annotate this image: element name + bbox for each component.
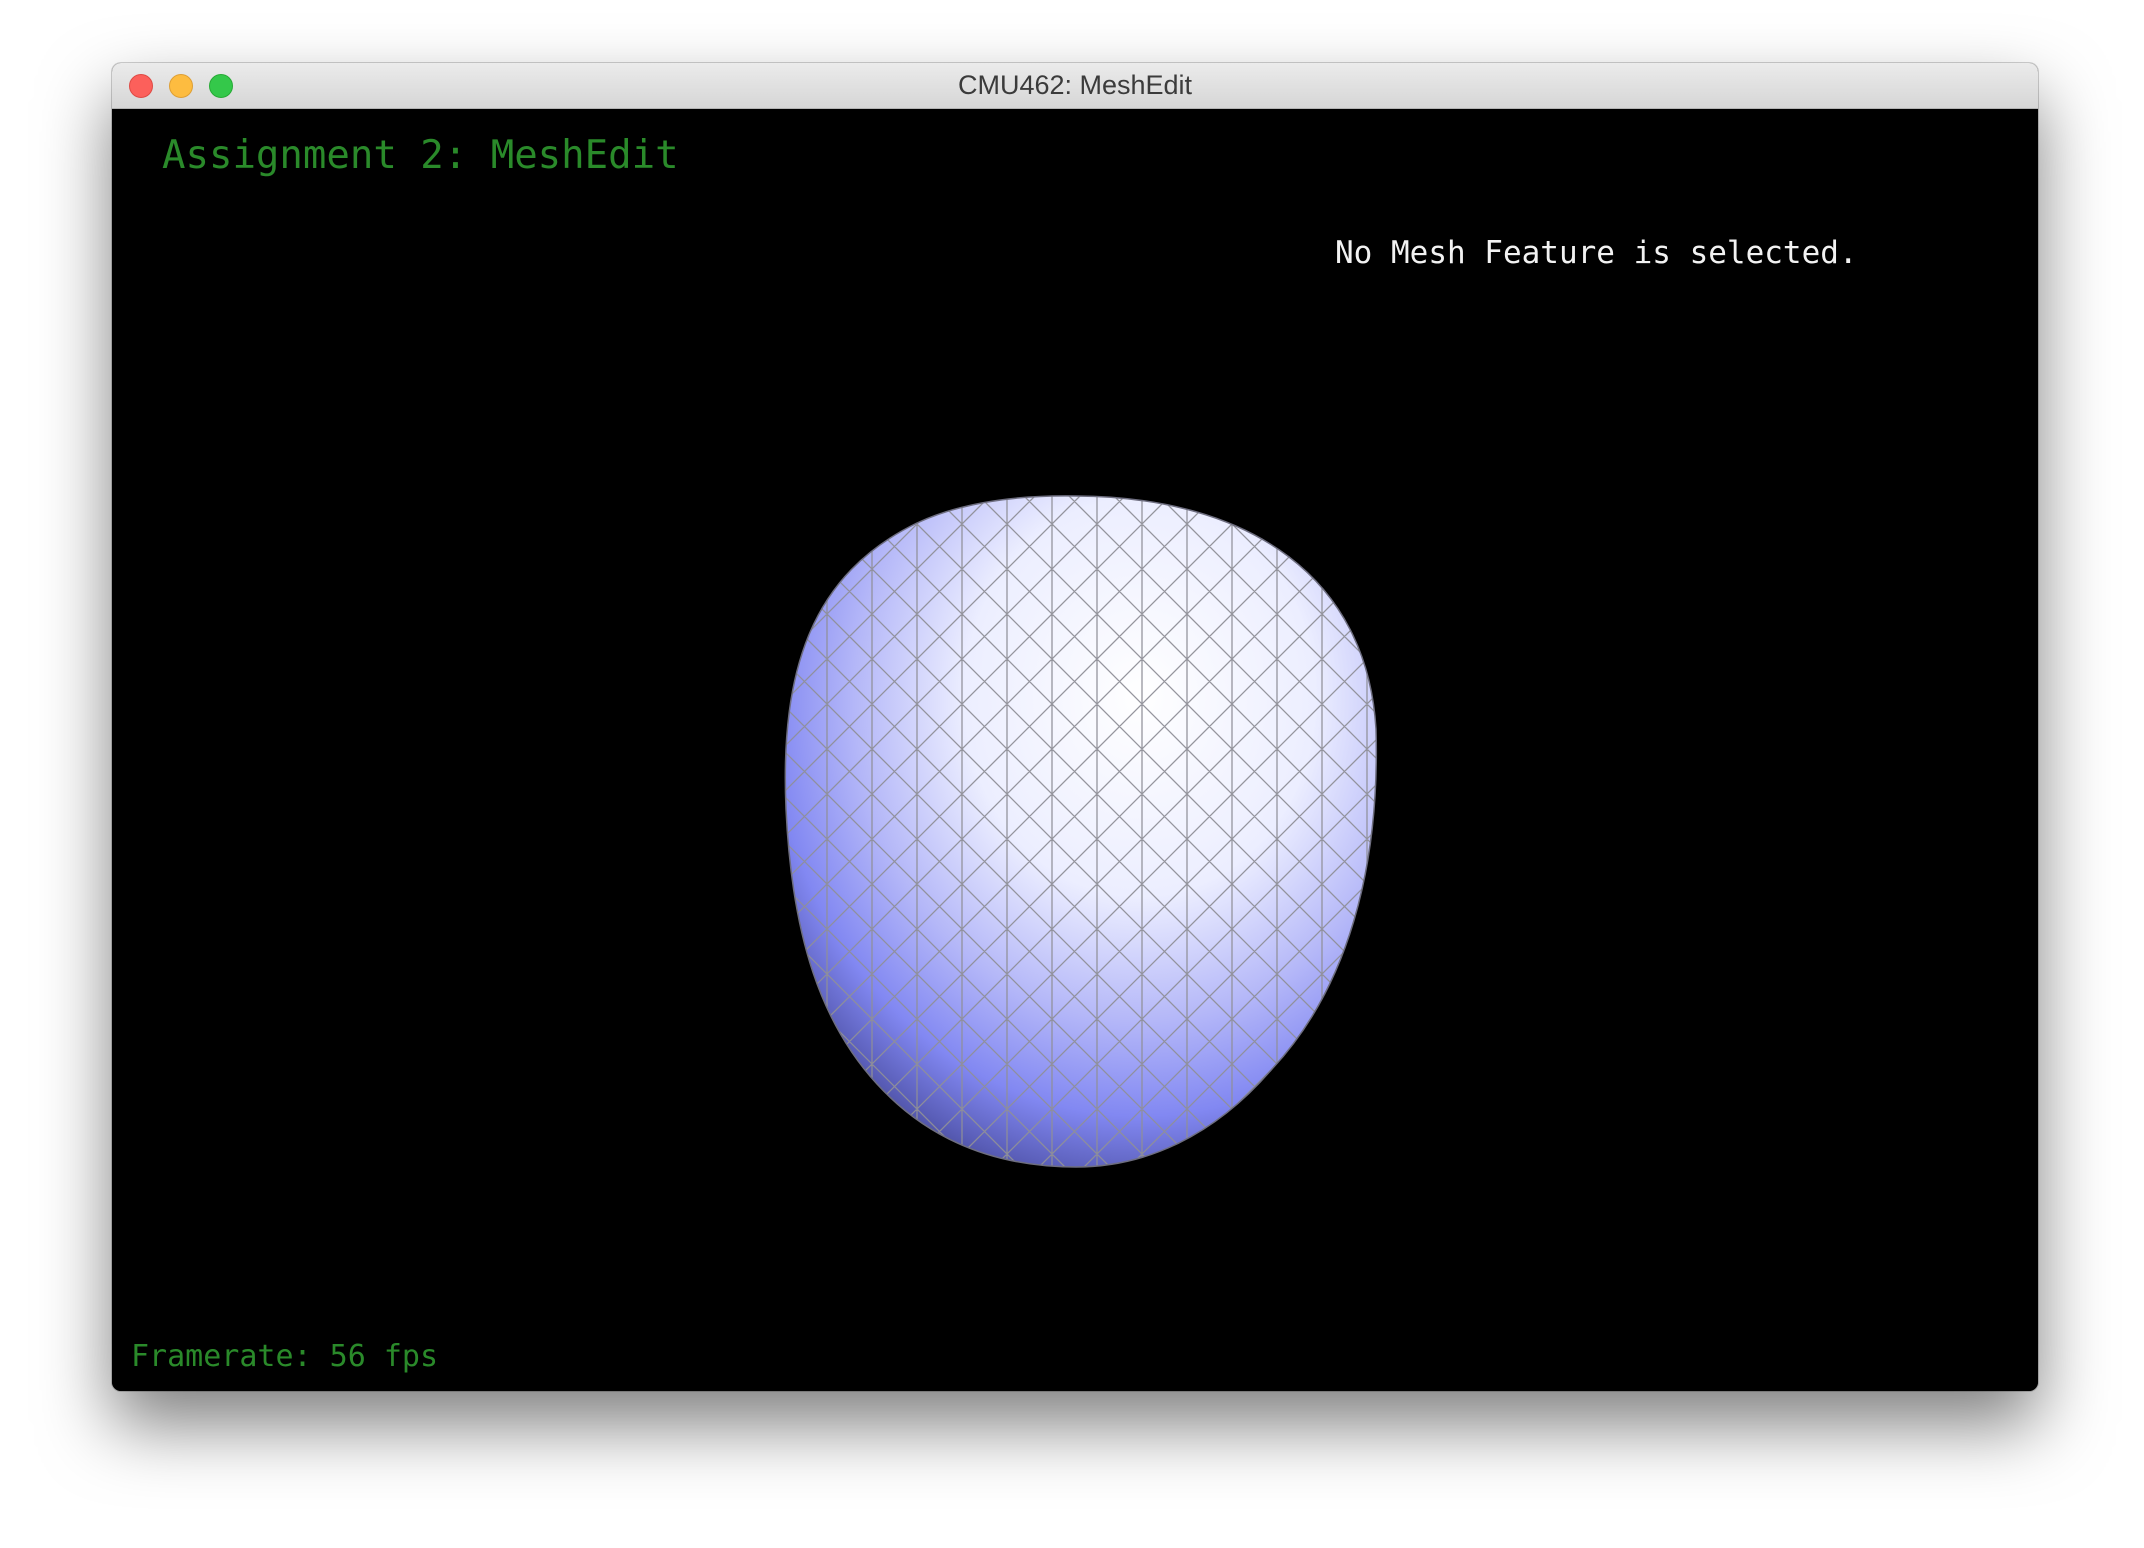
assignment-heading: Assignment 2: MeshEdit (162, 133, 679, 178)
title-bar[interactable]: CMU462: MeshEdit (112, 63, 2038, 109)
selection-status: No Mesh Feature is selected. (1335, 235, 1858, 271)
mesh-model[interactable] (112, 109, 2038, 1391)
app-window: CMU462: MeshEdit Assignment 2: MeshEdit … (112, 63, 2038, 1391)
framerate-readout: Framerate: 56 fps (131, 1339, 439, 1374)
render-viewport[interactable]: Assignment 2: MeshEdit No Mesh Feature i… (112, 109, 2038, 1391)
window-title: CMU462: MeshEdit (957, 70, 1193, 100)
